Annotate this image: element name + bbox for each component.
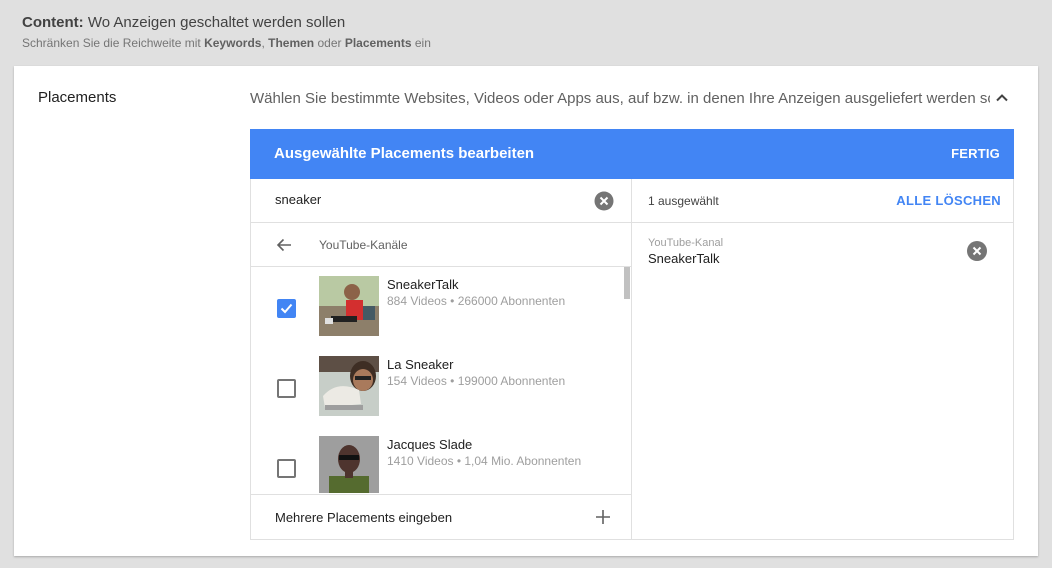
editor-header: Ausgewählte Placements bearbeiten FERTIG <box>250 129 1014 179</box>
content-title: Content: Wo Anzeigen geschaltet werden s… <box>22 14 346 31</box>
channel-thumbnail <box>319 276 379 336</box>
result-name: Jacques Slade <box>387 437 473 452</box>
placements-description[interactable]: Wählen Sie bestimmte Websites, Videos od… <box>250 90 990 107</box>
result-checkbox[interactable] <box>277 299 296 318</box>
selected-count: 1 ausgewählt <box>648 194 719 208</box>
selected-item-name: SneakerTalk <box>648 251 720 266</box>
result-checkbox[interactable] <box>277 459 296 478</box>
search-row <box>251 179 631 223</box>
list-item: SneakerTalk 884 Videos • 266000 Abonnent… <box>251 267 621 347</box>
search-pane: YouTube-Kanäle SneakerTalk 884 Videos • … <box>251 179 632 539</box>
result-name: SneakerTalk <box>387 277 459 292</box>
result-checkbox[interactable] <box>277 379 296 398</box>
plus-icon[interactable] <box>594 508 612 526</box>
category-label: YouTube-Kanäle <box>319 238 408 252</box>
selected-header: 1 ausgewählt ALLE LÖSCHEN <box>632 179 1013 223</box>
arrow-back-icon[interactable] <box>275 236 293 254</box>
content-header: Content: Wo Anzeigen geschaltet werden s… <box>0 0 1052 58</box>
channel-thumbnail <box>319 436 379 493</box>
search-input[interactable] <box>275 192 575 207</box>
results-list: SneakerTalk 884 Videos • 266000 Abonnent… <box>251 267 631 493</box>
result-meta: 154 Videos • 199000 Abonnenten <box>387 374 566 388</box>
clear-all-button[interactable]: ALLE LÖSCHEN <box>896 193 1001 208</box>
result-name: La Sneaker <box>387 357 454 372</box>
list-item: Jacques Slade 1410 Videos • 1,04 Mio. Ab… <box>251 427 621 493</box>
category-row: YouTube-Kanäle <box>251 223 631 267</box>
editor-title: Ausgewählte Placements bearbeiten <box>274 145 535 162</box>
channel-thumbnail <box>319 356 379 416</box>
selected-pane: 1 ausgewählt ALLE LÖSCHEN YouTube-Kanal … <box>632 179 1013 539</box>
results-scrollbar[interactable] <box>624 267 630 299</box>
placements-editor: Ausgewählte Placements bearbeiten FERTIG… <box>250 129 1014 540</box>
clear-search-icon[interactable] <box>594 191 614 211</box>
placements-label: Placements <box>38 89 117 106</box>
result-meta: 884 Videos • 266000 Abonnenten <box>387 294 566 308</box>
remove-selected-icon[interactable] <box>966 240 988 262</box>
selected-item-type: YouTube-Kanal <box>648 237 724 249</box>
result-meta: 1410 Videos • 1,04 Mio. Abonnenten <box>387 454 582 468</box>
multiple-placements-label: Mehrere Placements eingeben <box>275 510 453 525</box>
done-button[interactable]: FERTIG <box>951 146 1000 161</box>
chevron-up-icon[interactable] <box>994 90 1010 106</box>
content-subtitle: Schränken Sie die Reichweite mit Keyword… <box>22 36 431 50</box>
list-item: La Sneaker 154 Videos • 199000 Abonnente… <box>251 347 621 427</box>
multiple-placements-row[interactable]: Mehrere Placements eingeben <box>251 494 631 538</box>
placements-card: Placements Wählen Sie bestimmte Websites… <box>14 66 1038 556</box>
